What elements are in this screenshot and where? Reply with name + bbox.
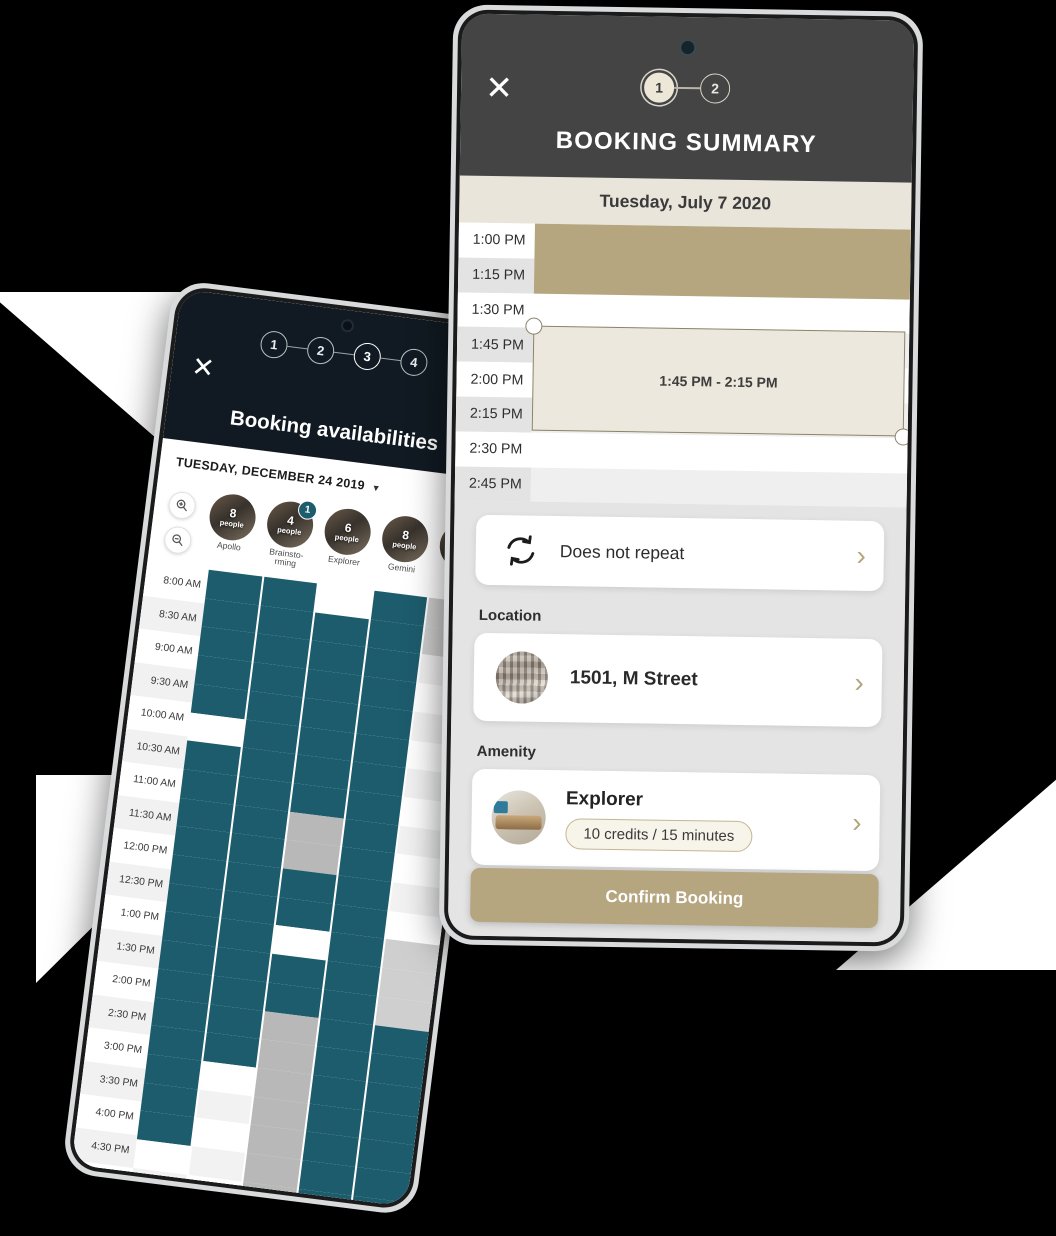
amenity-card[interactable]: Explorer 10 credits / 15 minutes › xyxy=(470,769,881,872)
confirm-booking-button[interactable]: Confirm Booking xyxy=(470,867,879,929)
amenity-info: Explorer 10 credits / 15 minutes xyxy=(565,788,753,853)
selection-range-label: 1:45 PM - 2:15 PM xyxy=(659,372,778,391)
building-photo-avatar xyxy=(495,651,549,705)
amenity-section-label: Amenity xyxy=(476,743,536,762)
slot-time-label: 1:30 PM xyxy=(457,292,534,329)
room-avatar: 6 people xyxy=(321,506,374,558)
grid-cell[interactable] xyxy=(129,1167,187,1203)
time-label: 5:30 PM xyxy=(71,1193,130,1207)
meeting-room-photo-avatar xyxy=(491,790,547,846)
time-slot-picker[interactable]: 1:00 PM 1:15 PM 1:30 PM 1:45 PM 2:00 PM 2:15 … xyxy=(454,222,912,508)
chevron-down-icon[interactable]: ▼ xyxy=(371,483,381,494)
slot-time-label: 2:00 PM xyxy=(456,361,533,398)
close-icon[interactable]: ✕ xyxy=(189,351,218,384)
slot-track[interactable] xyxy=(530,467,908,508)
step-indicator: 1 2 xyxy=(461,70,913,107)
room-avatar: 8 people xyxy=(379,513,431,565)
step-connector xyxy=(287,345,308,350)
slot-time-label: 1:00 PM xyxy=(458,222,535,259)
repeat-label: Does not repeat xyxy=(559,540,685,563)
room-item[interactable]: 4 people 1 Brainsto-rming xyxy=(258,494,320,571)
room-item[interactable]: 8 people Apollo xyxy=(200,487,262,564)
grid-cell[interactable] xyxy=(126,1196,183,1207)
repeat-icon xyxy=(504,534,539,569)
summary-body: Does not repeat › Location 1501, M Stree… xyxy=(447,500,907,943)
step-1[interactable]: 1 xyxy=(643,72,675,103)
phone-booking-summary: ✕ 1 2 BOOKING SUMMARY Tuesday, July 7 20… xyxy=(438,4,924,952)
zoom-out-icon[interactable] xyxy=(162,524,193,556)
slot-time-label: 1:45 PM xyxy=(456,326,534,363)
step-2[interactable]: 2 xyxy=(699,73,731,104)
room-capacity: 8 people xyxy=(391,527,417,552)
step-connector xyxy=(674,87,701,90)
page-title: BOOKING SUMMARY xyxy=(555,126,817,159)
room-avatar: 8 people xyxy=(206,491,259,544)
step-1[interactable]: 1 xyxy=(258,329,290,360)
location-card[interactable]: 1501, M Street › xyxy=(473,633,883,728)
summary-date-bar: Tuesday, July 7 2020 xyxy=(458,175,912,230)
zoom-in-icon[interactable] xyxy=(166,490,197,521)
right-header: ✕ 1 2 BOOKING SUMMARY xyxy=(459,13,915,183)
step-connector xyxy=(380,357,401,362)
slot-time-label: 2:45 PM xyxy=(454,466,532,503)
slot-track[interactable] xyxy=(531,432,908,474)
selected-time-block[interactable]: 1:45 PM - 2:15 PM xyxy=(531,326,906,437)
room-item[interactable]: 6 people Explorer xyxy=(315,502,377,579)
screen-booking-summary: ✕ 1 2 BOOKING SUMMARY Tuesday, July 7 20… xyxy=(447,13,915,943)
repeat-card[interactable]: Does not repeat › xyxy=(475,515,885,592)
time-label: 5:00 PM xyxy=(71,1160,134,1202)
date-label: Tuesday, July 7 2020 xyxy=(599,190,772,214)
chevron-right-icon[interactable]: › xyxy=(852,807,862,838)
room-capacity: 8 people xyxy=(219,505,245,530)
location-name: 1501, M Street xyxy=(569,667,698,691)
room-item[interactable]: 8 people Gemini xyxy=(373,509,435,586)
time-label: 4:30 PM xyxy=(71,1127,138,1169)
mockup-stage: ✕ 1 2 3 4 Booking availabilities TUESDAY… xyxy=(0,0,1056,1236)
grid-cell[interactable] xyxy=(184,1174,242,1207)
amenity-name: Explorer xyxy=(565,788,644,811)
existing-booking-block xyxy=(533,223,911,300)
chevron-right-icon[interactable]: › xyxy=(856,540,866,571)
selection-handle-end[interactable] xyxy=(894,428,912,446)
step-3[interactable]: 3 xyxy=(352,341,383,372)
slot-time-label: 2:30 PM xyxy=(455,431,532,468)
step-4[interactable]: 4 xyxy=(398,347,430,378)
room-capacity: 6 people xyxy=(334,520,360,545)
slot-time-label: 1:15 PM xyxy=(457,257,535,294)
location-section-label: Location xyxy=(478,607,542,626)
grid-cell[interactable] xyxy=(181,1203,238,1207)
chevron-right-icon[interactable]: › xyxy=(854,667,864,698)
availability-grid[interactable]: 8:00 AM 8:30 AM 9:00 AM 9:30 AM 10:00 AM 10:3… xyxy=(71,561,483,1207)
phone-bezel: ✕ 1 2 BOOKING SUMMARY Tuesday, July 7 20… xyxy=(443,9,919,947)
step-2[interactable]: 2 xyxy=(305,335,336,366)
credits-badge: 10 credits / 15 minutes xyxy=(565,818,753,853)
front-camera-icon xyxy=(340,318,355,333)
slot-time-label: 2:15 PM xyxy=(455,396,533,433)
front-camera-icon xyxy=(679,38,697,57)
step-connector xyxy=(333,351,354,356)
